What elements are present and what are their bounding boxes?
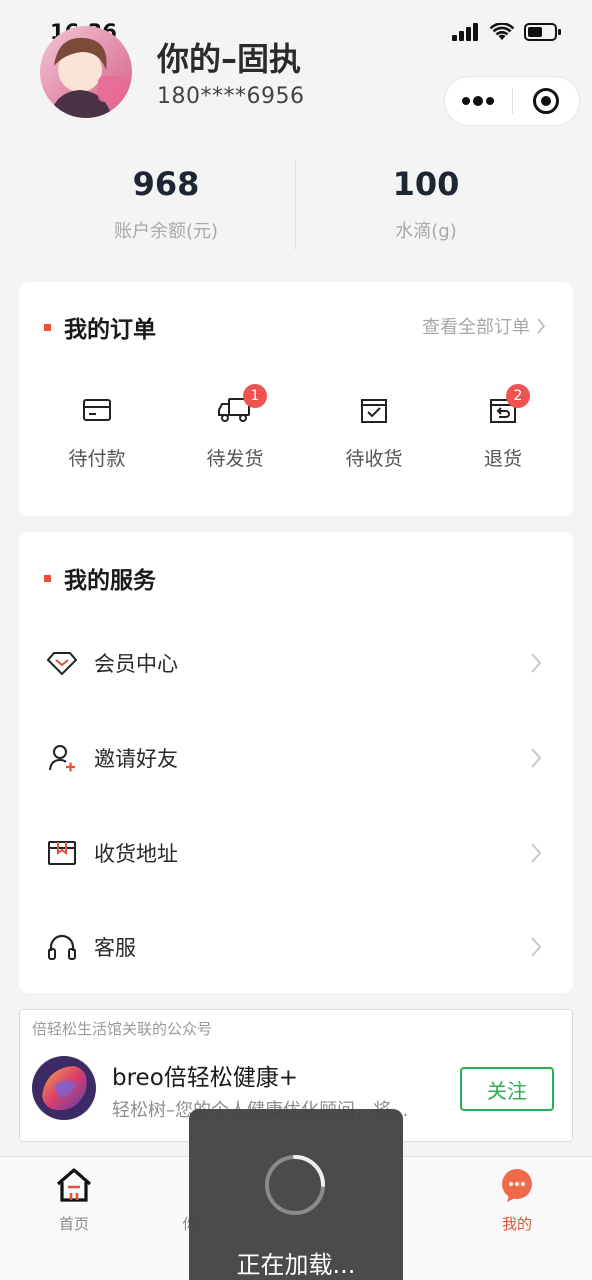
services-title-text: 我的服务 <box>64 568 156 594</box>
loading-text: 正在加载... <box>236 1251 356 1279</box>
orders-title: 我的订单 <box>44 310 156 344</box>
official-account-name: breo倍轻松健康+ <box>112 1065 299 1091</box>
card-icon <box>83 399 111 421</box>
add-user-icon <box>49 744 75 771</box>
order-label: 待收货 <box>345 448 403 470</box>
home-icon <box>56 1168 92 1202</box>
order-pending-payment[interactable]: 待付款 <box>28 390 166 471</box>
tab-home[interactable]: 首页 <box>14 1165 134 1234</box>
chevron-right-icon <box>531 936 542 957</box>
wifi-icon <box>490 23 514 40</box>
order-badge: 1 <box>243 384 267 408</box>
order-pending-shipment[interactable]: 1 待发货 <box>166 384 304 471</box>
order-pending-receipt[interactable]: 待收货 <box>305 390 443 471</box>
headset-icon <box>48 934 76 960</box>
more-dots-icon <box>462 96 495 106</box>
service-label: 收货地址 <box>94 841 178 866</box>
water-drops-value: 100 <box>392 165 460 203</box>
chat-bubble-icon <box>502 1169 532 1202</box>
target-icon <box>532 88 559 114</box>
service-member-center[interactable]: 会员中心 <box>18 615 573 710</box>
tab-label: 首页 <box>58 1215 89 1233</box>
status-icons <box>452 22 562 42</box>
service-label: 邀请好友 <box>94 746 178 771</box>
tab-label: 我的 <box>501 1215 532 1233</box>
official-account-header: 倍轻松生活馆关联的公众号 <box>32 1020 213 1038</box>
close-miniprogram-button[interactable] <box>513 77 580 125</box>
order-label: 待付款 <box>68 448 126 470</box>
view-all-orders-label: 查看全部订单 <box>422 317 530 338</box>
signal-icon <box>452 23 478 41</box>
balance-value: 968 <box>132 165 200 203</box>
balance-label: 账户余额(元) <box>113 221 219 242</box>
title-marker <box>44 574 51 582</box>
chevron-right-icon <box>531 842 542 863</box>
view-all-orders-link[interactable]: 查看全部订单 <box>422 313 546 339</box>
user-phone: 180****6956 <box>157 84 305 109</box>
follow-button[interactable]: 关注 <box>460 1067 554 1111</box>
capsule-menu <box>444 76 580 126</box>
order-label: 待发货 <box>206 448 264 470</box>
stat-balance[interactable]: 968 账户余额(元) <box>18 165 314 243</box>
chevron-right-icon <box>531 652 542 673</box>
service-invite-friends[interactable]: 邀请好友 <box>18 710 573 805</box>
service-label: 会员中心 <box>94 651 178 676</box>
order-label: 退货 <box>483 448 522 470</box>
loading-toast: 正在加载... <box>189 1109 403 1280</box>
chevron-right-icon <box>531 747 542 768</box>
order-badge: 2 <box>506 384 530 408</box>
address-box-icon <box>48 840 76 865</box>
service-label: 客服 <box>94 935 136 960</box>
diamond-icon <box>46 651 78 675</box>
service-shipping-address[interactable]: 收货地址 <box>18 805 573 900</box>
tab-mine[interactable]: 我的 <box>457 1165 577 1234</box>
battery-icon <box>524 23 561 41</box>
official-account-logo[interactable] <box>32 1056 96 1120</box>
stat-water-drops[interactable]: 100 水滴(g) <box>278 165 574 243</box>
box-check-icon <box>361 399 387 423</box>
title-marker <box>44 323 51 331</box>
more-button[interactable] <box>445 77 512 125</box>
services-title: 我的服务 <box>44 561 156 595</box>
chevron-right-icon <box>537 318 546 334</box>
avatar[interactable] <box>40 26 132 118</box>
user-name: 你的–固执 <box>157 40 302 78</box>
orders-title-text: 我的订单 <box>64 317 156 343</box>
loading-spinner-icon <box>265 1155 325 1215</box>
service-customer-support[interactable]: 客服 <box>18 899 573 994</box>
water-drops-label: 水滴(g) <box>395 221 457 242</box>
order-returns[interactable]: 2 退货 <box>434 384 572 471</box>
